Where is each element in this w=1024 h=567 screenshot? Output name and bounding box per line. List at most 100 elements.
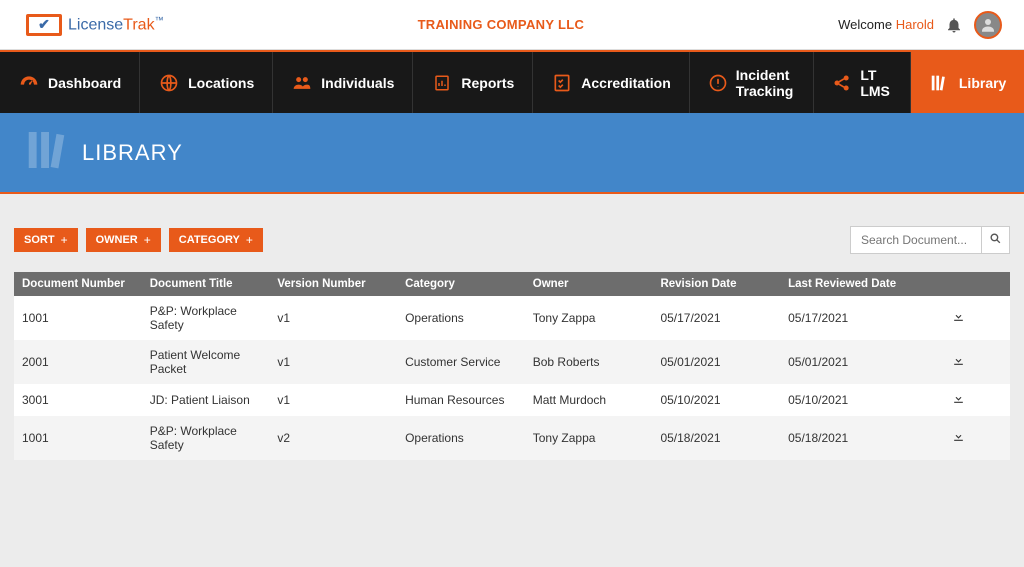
nav-label: Reports <box>461 75 514 91</box>
download-icon[interactable] <box>952 394 965 408</box>
logo-mark-icon <box>26 14 62 36</box>
cell-last-reviewed: 05/18/2021 <box>780 416 908 460</box>
cell-doc-no: 3001 <box>14 384 142 416</box>
nav-lt-lms[interactable]: LT LMS <box>814 52 911 113</box>
cell-category: Operations <box>397 416 525 460</box>
top-header: LicenseTrak™ TRAINING COMPANY LLC Welcom… <box>0 0 1024 50</box>
share-nodes-icon <box>832 73 852 93</box>
cell-owner: Tony Zappa <box>525 296 653 340</box>
col-owner[interactable]: Owner <box>525 272 653 296</box>
nav-locations[interactable]: Locations <box>140 52 273 113</box>
nav-library[interactable]: Library <box>911 52 1024 113</box>
alert-icon <box>708 73 728 93</box>
documents-table: Document Number Document Title Version N… <box>14 272 1010 460</box>
logo-license: License <box>68 16 123 33</box>
globe-icon <box>158 73 180 93</box>
nav-label: Accreditation <box>581 75 670 91</box>
notifications-bell-icon[interactable] <box>944 15 964 35</box>
cell-version: v2 <box>269 416 397 460</box>
table-header-row: Document Number Document Title Version N… <box>14 272 1010 296</box>
cell-title: JD: Patient Liaison <box>142 384 270 416</box>
search-container <box>850 226 1010 254</box>
plus-icon: + <box>246 233 253 247</box>
library-header-icon <box>22 123 76 182</box>
cell-category: Operations <box>397 296 525 340</box>
cell-version: v1 <box>269 384 397 416</box>
table-row[interactable]: 3001JD: Patient Liaisonv1Human Resources… <box>14 384 1010 416</box>
search-button[interactable] <box>981 227 1009 253</box>
download-icon[interactable] <box>952 356 965 370</box>
cell-title: P&P: Workplace Safety <box>142 296 270 340</box>
nav-label: Dashboard <box>48 75 121 91</box>
checklist-icon <box>551 73 573 93</box>
nav-label: Individuals <box>321 75 394 91</box>
sort-label: SORT <box>24 234 55 246</box>
main-nav: Dashboard Locations Individuals Reports … <box>0 50 1024 113</box>
logo-trak: Trak <box>123 16 154 33</box>
nav-dashboard[interactable]: Dashboard <box>0 52 140 113</box>
cell-last-reviewed: 05/17/2021 <box>780 296 908 340</box>
welcome-text: Welcome Harold <box>838 17 934 32</box>
cell-version: v1 <box>269 296 397 340</box>
cell-revision: 05/18/2021 <box>652 416 780 460</box>
search-input[interactable] <box>851 227 981 253</box>
col-category[interactable]: Category <box>397 272 525 296</box>
nav-reports[interactable]: Reports <box>413 52 533 113</box>
page-header: LIBRARY <box>0 113 1024 194</box>
welcome-prefix: Welcome <box>838 17 896 32</box>
library-icon <box>929 72 951 94</box>
people-icon <box>291 73 313 93</box>
cell-last-reviewed: 05/01/2021 <box>780 340 908 384</box>
col-doc-no[interactable]: Document Number <box>14 272 142 296</box>
content-area: SORT + OWNER + CATEGORY + Document Number D… <box>0 194 1024 460</box>
cell-doc-no: 1001 <box>14 416 142 460</box>
logo-text: LicenseTrak™ <box>68 15 164 34</box>
table-row[interactable]: 1001P&P: Workplace Safetyv2OperationsTon… <box>14 416 1010 460</box>
cell-version: v1 <box>269 340 397 384</box>
page-title: LIBRARY <box>82 140 183 166</box>
cell-title: P&P: Workplace Safety <box>142 416 270 460</box>
cell-owner: Tony Zappa <box>525 416 653 460</box>
owner-button[interactable]: OWNER + <box>86 228 161 252</box>
download-icon[interactable] <box>952 312 965 326</box>
nav-individuals[interactable]: Individuals <box>273 52 413 113</box>
col-title[interactable]: Document Title <box>142 272 270 296</box>
category-button[interactable]: CATEGORY + <box>169 228 263 252</box>
company-name: TRAINING COMPANY LLC <box>164 17 839 32</box>
cell-owner: Bob Roberts <box>525 340 653 384</box>
username[interactable]: Harold <box>896 17 934 32</box>
filter-row: SORT + OWNER + CATEGORY + <box>14 226 1010 254</box>
category-label: CATEGORY <box>179 234 240 246</box>
sort-button[interactable]: SORT + <box>14 228 78 252</box>
cell-download <box>908 340 1010 384</box>
col-version[interactable]: Version Number <box>269 272 397 296</box>
table-row[interactable]: 1001P&P: Workplace Safetyv1OperationsTon… <box>14 296 1010 340</box>
plus-icon: + <box>144 233 151 247</box>
table-row[interactable]: 2001Patient Welcome Packetv1Customer Ser… <box>14 340 1010 384</box>
search-icon <box>989 232 1002 248</box>
cell-doc-no: 1001 <box>14 296 142 340</box>
download-icon[interactable] <box>952 432 965 446</box>
header-right: Welcome Harold <box>838 11 1002 39</box>
cell-revision: 05/17/2021 <box>652 296 780 340</box>
nav-incident-tracking[interactable]: Incident Tracking <box>690 52 815 113</box>
gauge-icon <box>18 73 40 93</box>
cell-title: Patient Welcome Packet <box>142 340 270 384</box>
nav-accreditation[interactable]: Accreditation <box>533 52 689 113</box>
nav-label: Library <box>959 75 1006 91</box>
plus-icon: + <box>61 233 68 247</box>
cell-category: Human Resources <box>397 384 525 416</box>
cell-revision: 05/01/2021 <box>652 340 780 384</box>
cell-owner: Matt Murdoch <box>525 384 653 416</box>
cell-category: Customer Service <box>397 340 525 384</box>
owner-label: OWNER <box>96 234 138 246</box>
user-avatar[interactable] <box>974 11 1002 39</box>
cell-download <box>908 384 1010 416</box>
nav-label: Locations <box>188 75 254 91</box>
cell-download <box>908 416 1010 460</box>
col-revision[interactable]: Revision Date <box>652 272 780 296</box>
nav-label: LT LMS <box>860 67 892 99</box>
logo[interactable]: LicenseTrak™ <box>26 14 164 36</box>
col-last-reviewed[interactable]: Last Reviewed Date <box>780 272 908 296</box>
report-icon <box>431 73 453 93</box>
